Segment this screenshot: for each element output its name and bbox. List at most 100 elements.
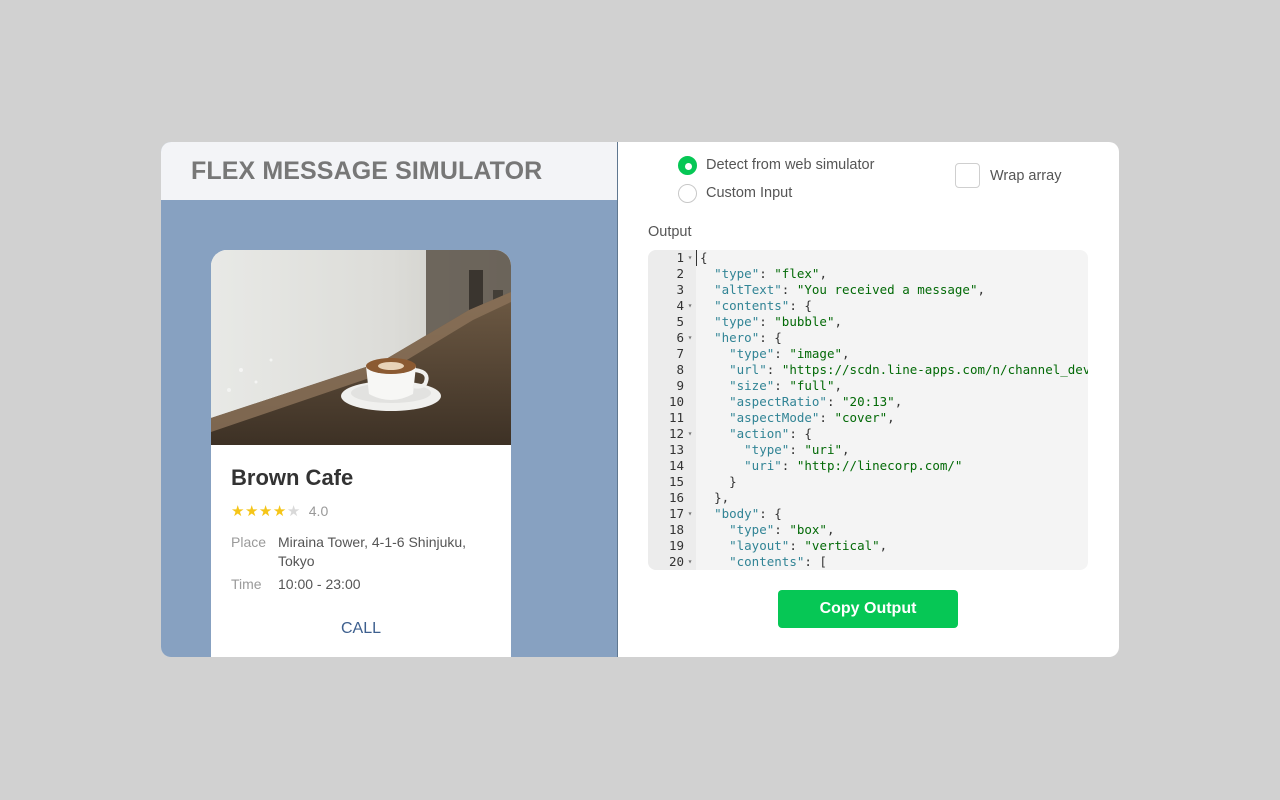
json-string: "You received a message": [796, 282, 978, 297]
fold-arrow-icon[interactable]: ▾: [684, 298, 696, 314]
code-line: 5 "type": "bubble",: [648, 314, 1088, 330]
fold-arrow-icon[interactable]: ▾: [684, 506, 696, 522]
line-content: "type": "image",: [696, 346, 850, 362]
json-output-editor[interactable]: 1 ▾{2 "type": "flex", 3 "altText": "You re…: [648, 250, 1088, 570]
json-key: "type": [729, 346, 775, 361]
line-content: "layout": "vertical",: [696, 538, 887, 554]
line-content: "size": "full",: [696, 378, 842, 394]
star-filled-icon: ★: [244, 502, 259, 520]
code-line: 8 "url": "https://scdn.line-apps.com/n/c…: [648, 362, 1088, 378]
json-punct: :: [774, 522, 790, 537]
json-punct: :: [826, 394, 843, 409]
json-punct: :: [759, 266, 775, 281]
place-title: Brown Cafe: [231, 465, 354, 490]
line-content: "action": {: [696, 426, 812, 442]
line-content: "aspectRatio": "20:13",: [696, 394, 902, 410]
wrap-array-label: Wrap array: [990, 167, 1062, 184]
fold-arrow-icon[interactable]: ▾: [684, 330, 696, 346]
line-number: 3: [676, 282, 684, 297]
line-number: 18: [668, 522, 684, 537]
code-line: 13 "type": "uri",: [648, 442, 1088, 458]
json-punct: ,: [842, 346, 850, 361]
line-number: 14: [668, 458, 684, 473]
json-string: "box": [789, 522, 827, 537]
line-number: 8: [676, 362, 684, 377]
code-line: 14 "uri": "http://linecorp.com/": [648, 458, 1088, 474]
line-number: 15: [668, 474, 684, 489]
line-content: "type": "box",: [696, 522, 835, 538]
fold-arrow-icon[interactable]: ▾: [684, 426, 696, 442]
json-string: "flex": [774, 266, 820, 281]
radio-button[interactable]: [678, 183, 697, 203]
json-key: "type": [714, 314, 760, 329]
wrap-array-checkbox[interactable]: [955, 163, 980, 188]
json-key: "type": [744, 442, 790, 457]
line-content: "aspectMode": "cover",: [696, 410, 895, 426]
code-line: 15 }: [648, 474, 1088, 490]
line-number: 11: [668, 410, 684, 425]
json-punct: ,: [977, 282, 986, 297]
json-punct: :: [774, 378, 790, 393]
code-line: 2 "type": "flex",: [648, 266, 1088, 282]
call-button[interactable]: CALL: [231, 620, 491, 638]
line-content: "type": "bubble",: [696, 314, 842, 330]
json-punct: :: [781, 458, 797, 473]
json-key: "contents": [729, 554, 805, 569]
output-label: Output: [648, 224, 692, 240]
line-number: 16: [668, 490, 684, 505]
json-punct: }: [729, 474, 737, 489]
line-number: 13: [668, 442, 684, 457]
radio-detect-from-web-simulator[interactable]: Detect from web simulator: [678, 151, 874, 179]
json-punct: ,: [894, 394, 903, 409]
json-key: "size": [729, 378, 775, 393]
json-punct: : [: [804, 554, 827, 569]
line-number: 9: [676, 378, 684, 393]
code-line: 16 },: [648, 490, 1088, 506]
fold-arrow-icon[interactable]: ▾: [684, 250, 696, 266]
fold-arrow-icon[interactable]: ▾: [684, 554, 696, 570]
json-punct: :: [789, 538, 805, 553]
json-key: "action": [729, 426, 790, 441]
place-row: Place Miraina Tower, 4-1-6 Shinjuku, Tok…: [231, 533, 491, 571]
copy-output-button[interactable]: Copy Output: [778, 590, 958, 628]
radio-custom-input[interactable]: Custom Input: [678, 179, 874, 207]
code-line: 20 ▾ "contents": [: [648, 554, 1088, 570]
source-radio-group: Detect from web simulator Custom Input: [678, 151, 874, 207]
line-number: 7: [676, 346, 684, 361]
hero-image[interactable]: [211, 250, 511, 445]
radio-label: Detect from web simulator: [706, 157, 875, 173]
line-number: 12: [668, 426, 684, 441]
json-string: "full": [789, 378, 835, 393]
json-key: "contents": [714, 298, 790, 313]
time-label: Time: [231, 576, 262, 592]
line-content: }: [696, 474, 737, 490]
line-content: "type": "uri",: [696, 442, 849, 458]
line-number: 1: [676, 250, 684, 265]
json-string: "bubble": [774, 314, 835, 329]
json-key: "body": [714, 506, 760, 521]
line-number: 4: [676, 298, 684, 313]
code-line: 4 ▾ "contents": {: [648, 298, 1088, 314]
place-value: Miraina Tower, 4-1-6 Shinjuku, Tokyo: [278, 534, 467, 569]
time-value: 10:00 - 23:00: [278, 576, 361, 592]
rating-value: 4.0: [308, 503, 329, 519]
star-filled-icon: ★: [258, 502, 273, 520]
line-content: "contents": [: [696, 554, 827, 570]
json-string: "cover": [834, 410, 888, 425]
json-key: "type": [729, 522, 775, 537]
output-panel: Detect from web simulator Custom Input W…: [618, 142, 1119, 657]
json-punct: ,: [826, 522, 835, 537]
line-content: "uri": "http://linecorp.com/": [696, 458, 962, 474]
json-punct: : {: [759, 506, 782, 521]
json-string: "20:13": [842, 394, 895, 409]
line-content: {: [696, 250, 708, 266]
radio-button[interactable]: [678, 155, 697, 175]
json-punct: ,: [879, 538, 888, 553]
json-punct: : {: [759, 330, 782, 345]
wrap-array-option[interactable]: Wrap array: [955, 163, 1061, 188]
json-string: "https://scdn.line-apps.com/n/channel_de…: [781, 362, 1088, 377]
